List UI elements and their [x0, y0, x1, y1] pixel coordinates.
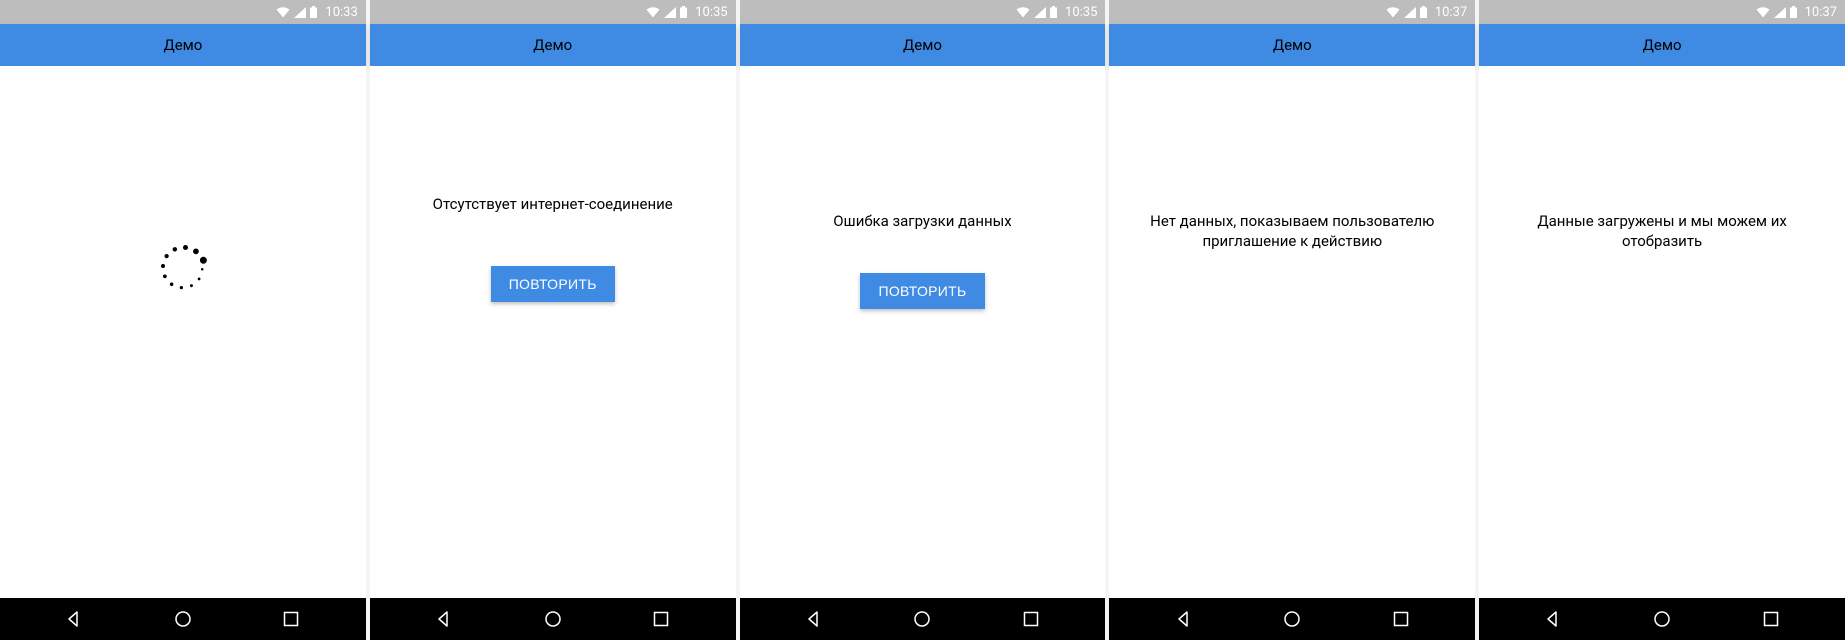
error-message: Отсутствует интернет-соединение [403, 194, 703, 214]
app-bar: Демо [1479, 24, 1845, 66]
battery-icon [1420, 6, 1427, 18]
retry-button[interactable]: ПОВТОРИТЬ [860, 273, 984, 309]
app-title: Демо [1273, 36, 1312, 54]
battery-icon [310, 6, 317, 18]
signal-icon [664, 7, 676, 18]
battery-icon [1050, 6, 1057, 18]
nav-back-button[interactable] [414, 598, 474, 640]
signal-icon [1774, 7, 1786, 18]
wifi-icon [1016, 7, 1030, 18]
nav-home-button[interactable] [1262, 598, 1322, 640]
nav-bar [1109, 598, 1475, 640]
data-loaded-message: Данные загружены и мы можем их отобразит… [1479, 211, 1845, 252]
phone-screen-3: 10:35 Демо Ошибка загрузки данных ПОВТОР… [740, 0, 1106, 640]
nav-home-button[interactable] [153, 598, 213, 640]
nav-back-button[interactable] [44, 598, 104, 640]
status-bar: 10:35 [740, 0, 1106, 24]
signal-icon [294, 7, 306, 18]
battery-icon [1790, 6, 1797, 18]
app-bar: Демо [1109, 24, 1475, 66]
app-bar: Демо [740, 24, 1106, 66]
phone-screen-1: 10:33 Демо [0, 0, 366, 640]
app-bar: Демо [0, 24, 366, 66]
nav-bar [370, 598, 736, 640]
app-title: Демо [163, 36, 202, 54]
nav-bar [740, 598, 1106, 640]
battery-icon [680, 6, 687, 18]
status-time: 10:37 [1435, 5, 1467, 20]
nav-home-button[interactable] [892, 598, 952, 640]
phone-screen-2: 10:35 Демо Отсутствует интернет-соединен… [370, 0, 736, 640]
empty-state-message: Нет данных, показываем пользователю приг… [1109, 211, 1475, 252]
status-bar: 10:37 [1479, 0, 1845, 24]
status-time: 10:35 [1065, 5, 1097, 20]
nav-recent-button[interactable] [631, 598, 691, 640]
signal-icon [1404, 7, 1416, 18]
phone-screen-4: 10:37 Демо Нет данных, показываем пользо… [1109, 0, 1475, 640]
content-area: Отсутствует интернет-соединение ПОВТОРИТ… [370, 66, 736, 598]
retry-button[interactable]: ПОВТОРИТЬ [491, 266, 615, 302]
content-area: Нет данных, показываем пользователю приг… [1109, 66, 1475, 598]
app-bar: Демо [370, 24, 736, 66]
error-message: Ошибка загрузки данных [803, 211, 1042, 231]
wifi-icon [276, 7, 290, 18]
app-title: Демо [1643, 36, 1682, 54]
nav-bar [1479, 598, 1845, 640]
phone-screen-5: 10:37 Демо Данные загружены и мы можем и… [1479, 0, 1845, 640]
wifi-icon [1386, 7, 1400, 18]
status-time: 10:35 [695, 5, 727, 20]
nav-back-button[interactable] [1154, 598, 1214, 640]
nav-home-button[interactable] [1632, 598, 1692, 640]
nav-recent-button[interactable] [261, 598, 321, 640]
status-time: 10:33 [325, 5, 357, 20]
status-bar: 10:33 [0, 0, 366, 24]
nav-recent-button[interactable] [1371, 598, 1431, 640]
loading-spinner-icon [161, 246, 205, 290]
nav-recent-button[interactable] [1741, 598, 1801, 640]
wifi-icon [1756, 7, 1770, 18]
status-bar: 10:37 [1109, 0, 1475, 24]
nav-bar [0, 598, 366, 640]
nav-recent-button[interactable] [1001, 598, 1061, 640]
content-area [0, 66, 366, 598]
app-title: Демо [903, 36, 942, 54]
status-bar: 10:35 [370, 0, 736, 24]
status-time: 10:37 [1805, 5, 1837, 20]
content-area: Ошибка загрузки данных ПОВТОРИТЬ [740, 66, 1106, 598]
app-title: Демо [533, 36, 572, 54]
nav-home-button[interactable] [523, 598, 583, 640]
nav-back-button[interactable] [784, 598, 844, 640]
signal-icon [1034, 7, 1046, 18]
nav-back-button[interactable] [1523, 598, 1583, 640]
wifi-icon [646, 7, 660, 18]
content-area: Данные загружены и мы можем их отобразит… [1479, 66, 1845, 598]
